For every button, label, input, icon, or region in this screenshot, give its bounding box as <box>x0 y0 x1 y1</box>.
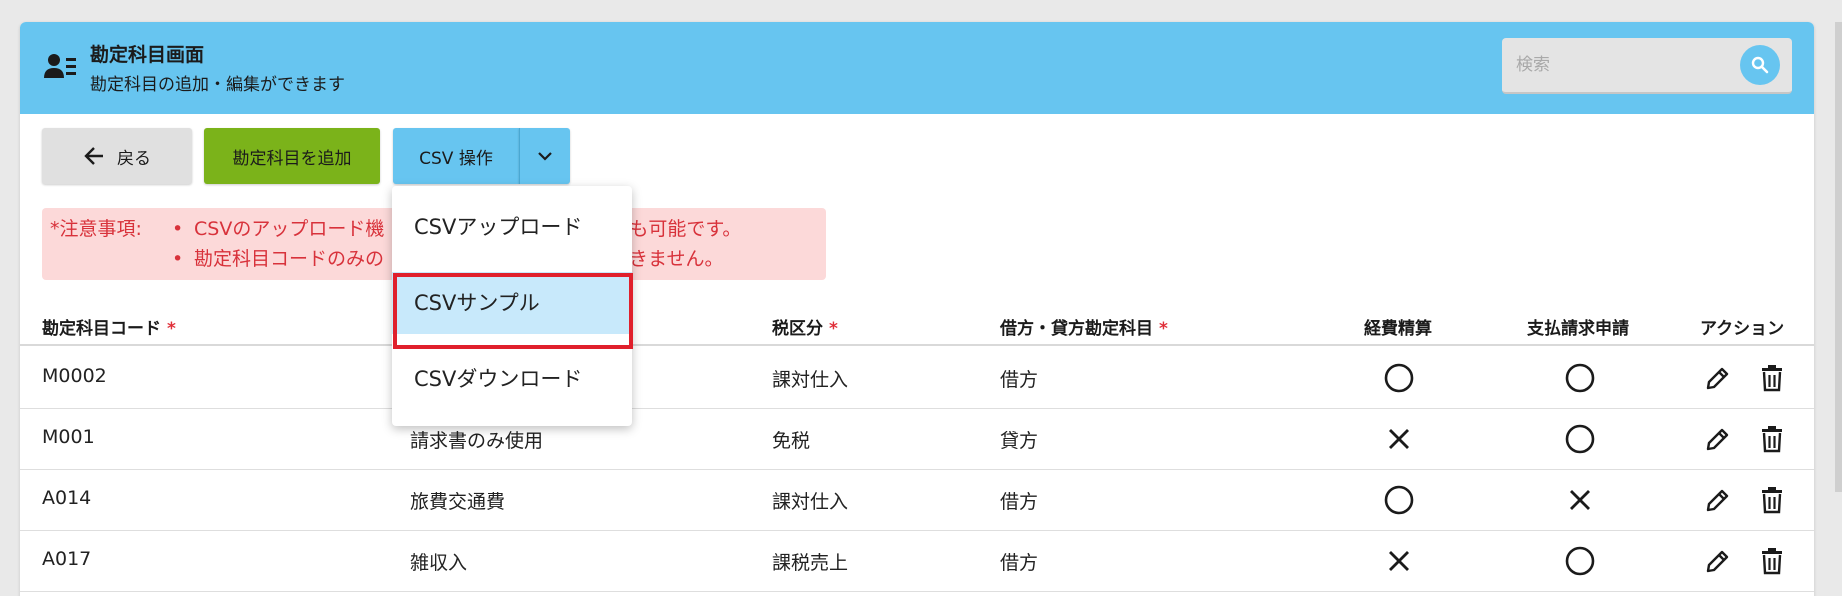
chevron-down-icon <box>538 152 552 161</box>
cell-code: M0002 <box>42 365 107 387</box>
header-code[interactable]: 勘定科目コード * <box>42 314 176 339</box>
table-header: 勘定科目コード * 税区分 * 借方・貸方勘定科目 * 経費精算 支払請求申請 アクシ… <box>20 304 1814 346</box>
csv-operations-button[interactable]: CSV 操作 <box>393 128 519 184</box>
edit-icon[interactable] <box>1703 485 1733 515</box>
header-action: アクション <box>1700 319 1785 339</box>
search-button[interactable] <box>1740 45 1780 85</box>
header-debit-credit[interactable]: 借方・貸方勘定科目 * <box>1000 314 1168 339</box>
circle-icon <box>1565 363 1595 393</box>
cell-name: 旅費交通費 <box>410 491 506 513</box>
user-list-icon <box>44 54 76 78</box>
cell-code: A014 <box>42 487 92 509</box>
page-title: 勘定科目画面 <box>90 44 205 66</box>
add-account-button[interactable]: 勘定科目を追加 <box>204 128 380 184</box>
search-icon <box>1751 56 1769 74</box>
table-row[interactable]: M001 請求書のみ使用 免税 貸方 <box>20 409 1814 470</box>
table-row[interactable]: A017 雑収入 課税売上 借方 <box>20 531 1814 592</box>
cell-name: 雑収入 <box>410 552 468 574</box>
cell-tax: 課対仕入 <box>772 491 849 513</box>
cell-tax: 課税売上 <box>772 552 849 574</box>
menu-item-csv-download[interactable]: CSVダウンロード <box>392 348 632 410</box>
cell-debit-credit: 貸方 <box>1000 430 1039 452</box>
edit-icon[interactable] <box>1703 546 1733 576</box>
header-payment[interactable]: 支払請求申請 <box>1527 314 1629 339</box>
account-card: 勘定科目画面 勘定科目の追加・編集ができます 戻る 勘定科目を追加 CSV 操作… <box>20 22 1814 596</box>
circle-icon <box>1565 546 1595 576</box>
trash-icon[interactable] <box>1757 546 1787 576</box>
header-tax[interactable]: 税区分 * <box>772 314 838 339</box>
circle-icon <box>1384 485 1414 515</box>
cross-icon <box>1389 551 1409 571</box>
cell-tax: 免税 <box>772 430 811 452</box>
menu-item-csv-sample[interactable]: CSVサンプル <box>392 272 632 334</box>
edit-icon[interactable] <box>1703 424 1733 454</box>
circle-icon <box>1565 424 1595 454</box>
circle-icon <box>1384 363 1414 393</box>
cell-tax: 課対仕入 <box>772 369 849 391</box>
table-row[interactable]: A014 旅費交通費 課対仕入 借方 <box>20 470 1814 531</box>
header-expense[interactable]: 経費精算 <box>1364 314 1432 339</box>
search-input[interactable] <box>1502 38 1732 92</box>
notice-label: *注意事項: <box>50 218 142 240</box>
page-header: 勘定科目画面 勘定科目の追加・編集ができます <box>20 22 1814 114</box>
cell-code: M001 <box>42 426 95 448</box>
cell-code: A017 <box>42 548 92 570</box>
search-box <box>1502 38 1792 94</box>
back-button[interactable]: 戻る <box>42 128 192 184</box>
edit-icon[interactable] <box>1703 363 1733 393</box>
menu-item-csv-upload[interactable]: CSVアップロード <box>392 196 632 258</box>
scrollbar[interactable] <box>1835 22 1842 492</box>
cell-name: 請求書のみ使用 <box>410 430 544 452</box>
arrow-left-icon <box>84 147 103 165</box>
table-row[interactable]: M0002 課対仕入 借方 <box>20 348 1814 409</box>
trash-icon[interactable] <box>1757 424 1787 454</box>
cell-debit-credit: 借方 <box>1000 369 1039 391</box>
trash-icon[interactable] <box>1757 363 1787 393</box>
back-button-label: 戻る <box>117 148 151 169</box>
trash-icon[interactable] <box>1757 485 1787 515</box>
cross-icon <box>1570 490 1590 510</box>
csv-dropdown-toggle[interactable] <box>519 128 570 184</box>
cell-debit-credit: 借方 <box>1000 552 1039 574</box>
page-subtitle: 勘定科目の追加・編集ができます <box>90 75 345 95</box>
cell-debit-credit: 借方 <box>1000 491 1039 513</box>
csv-menu: CSVアップロード CSVサンプル CSVダウンロード <box>392 186 632 426</box>
cross-icon <box>1389 429 1409 449</box>
